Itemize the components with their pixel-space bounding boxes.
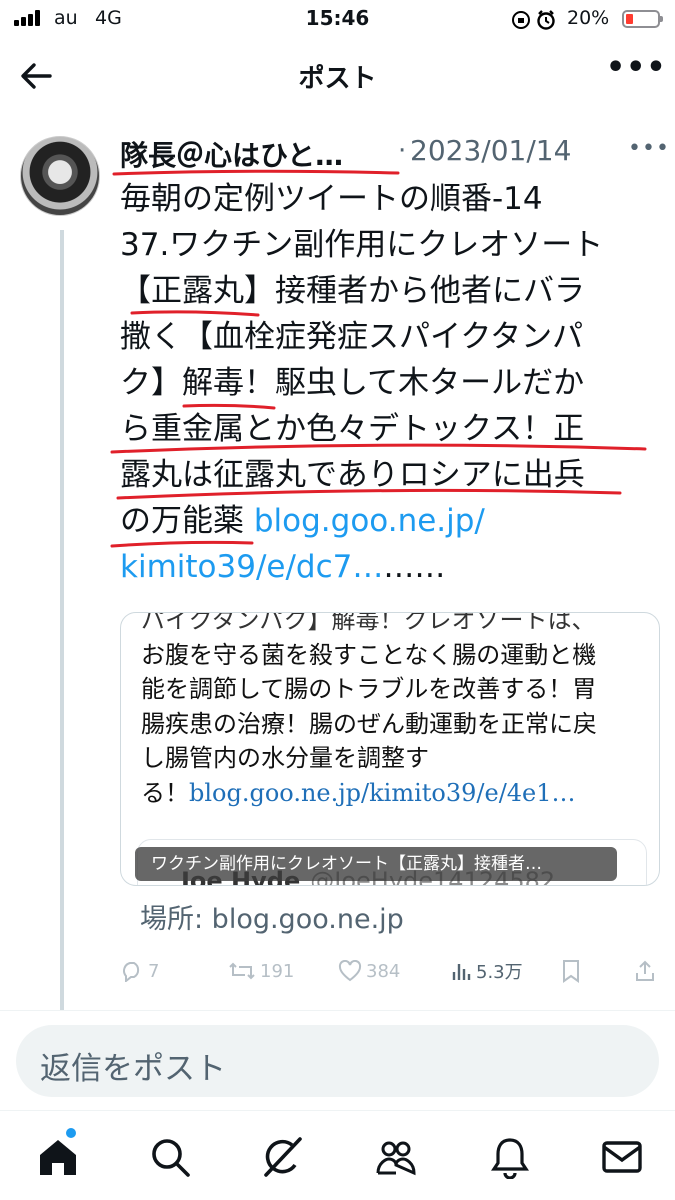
home-icon — [40, 1140, 76, 1175]
repost-icon — [229, 962, 255, 980]
tab-home[interactable] — [36, 1135, 80, 1179]
thread-line — [60, 230, 64, 1010]
separator-dot: · — [398, 136, 407, 166]
post-line: 露丸は征露丸でありロシアに出兵 — [120, 457, 585, 493]
quoted-line: 腸疾患の治療！腸のぜん動運動を正常に戻 — [141, 709, 597, 738]
repost-button[interactable]: 191 — [228, 956, 294, 986]
post-body: 毎朝の定例ツイートの順番-14 37.ワクチン副作用にクレオソート 【正露丸】接… — [120, 176, 660, 590]
post-line: ら重金属とか色々デトックス！正 — [120, 411, 585, 447]
quoted-line: パイクタンパク】解毒！クレオソートは、 — [141, 612, 596, 634]
status-bar: au 4G 15:46 20% — [0, 0, 675, 40]
post-more-button[interactable]: ••• — [628, 136, 670, 161]
communities-icon — [376, 1141, 416, 1176]
reply-input[interactable]: 返信をポスト — [16, 1025, 659, 1097]
post-link-cont[interactable]: kimito39/e/dc7… — [120, 549, 383, 585]
header: ポスト ••• — [0, 44, 675, 108]
reply-count: 7 — [148, 960, 160, 982]
post-date[interactable]: 2023/01/14 — [410, 134, 571, 167]
tab-bar — [0, 1110, 675, 1200]
battery-percent: 20% — [567, 7, 610, 29]
share-icon — [636, 960, 654, 981]
post-line: ク】解毒！駆虫して木タールだか — [120, 365, 585, 401]
post-line: 毎朝の定例ツイートの順番-14 — [120, 181, 543, 217]
post-link[interactable]: blog.goo.ne.jp/ — [254, 503, 485, 539]
post-line: 37.ワクチン副作用にクレオソート — [120, 227, 604, 263]
like-count: 384 — [366, 960, 401, 982]
new-content-badge — [66, 1128, 76, 1138]
tab-notifications[interactable] — [488, 1135, 532, 1180]
tab-grok[interactable] — [260, 1135, 304, 1179]
bookmark-button[interactable] — [560, 956, 586, 986]
heart-icon — [338, 960, 362, 982]
views-count: 5.3万 — [476, 962, 523, 983]
quoted-line: 能を調節して腸のトラブルを改善する！胃 — [141, 675, 597, 703]
messages-icon — [602, 1141, 642, 1173]
bookmark-icon — [563, 960, 579, 983]
quoted-post-card[interactable]: パイクタンパク】解毒！クレオソートは、 お腹を守る菌を殺すことなく腸の運動と機 … — [120, 612, 660, 886]
quoted-line: お腹を守る菌を殺すことなく腸の運動と機 — [141, 640, 597, 669]
location-label: 場所: blog.goo.ne.jp — [140, 904, 404, 935]
card-caption: ワクチン副作用にクレオソート【正露丸】接種者… — [135, 847, 617, 881]
more-button[interactable]: ••• — [606, 50, 667, 85]
post-line: 【正露丸】接種者から他者にバラ — [120, 273, 585, 309]
reply-button[interactable]: 7 — [120, 956, 159, 986]
tab-search[interactable] — [148, 1135, 192, 1179]
page-title: ポスト — [298, 64, 377, 94]
quoted-link[interactable]: blog.goo.ne.jp/kimito39/e/4e1… — [189, 779, 576, 807]
divider — [0, 1010, 675, 1011]
quoted-post-text: パイクタンパク】解毒！クレオソートは、 お腹を守る菌を殺すことなく腸の運動と機 … — [141, 612, 651, 810]
repost-count: 191 — [260, 960, 295, 982]
avatar[interactable] — [20, 136, 100, 216]
views-icon — [452, 964, 471, 980]
reply-placeholder: 返信をポスト — [40, 1051, 226, 1087]
post-line: 撒く【血栓症発症スパイクタンパ — [120, 319, 584, 355]
quoted-line: し腸管内の水分量を調整す — [141, 744, 429, 772]
alarm-lock-icon — [512, 9, 560, 35]
tab-messages[interactable] — [600, 1135, 644, 1179]
more-horizontal-icon: ••• — [606, 50, 667, 85]
post-link-tail: …… — [383, 549, 446, 585]
views-button[interactable]: 5.3万 — [450, 956, 523, 986]
share-button[interactable] — [634, 956, 660, 986]
notifications-icon — [491, 1138, 529, 1180]
post-line: の万能薬 — [120, 503, 254, 539]
battery-icon — [622, 10, 663, 28]
reply-icon — [123, 962, 140, 982]
tab-communities[interactable] — [374, 1135, 418, 1179]
like-button[interactable]: 384 — [338, 956, 400, 986]
quoted-line: る！ — [141, 778, 189, 807]
search-icon — [152, 1139, 190, 1177]
grok-icon — [264, 1137, 302, 1177]
